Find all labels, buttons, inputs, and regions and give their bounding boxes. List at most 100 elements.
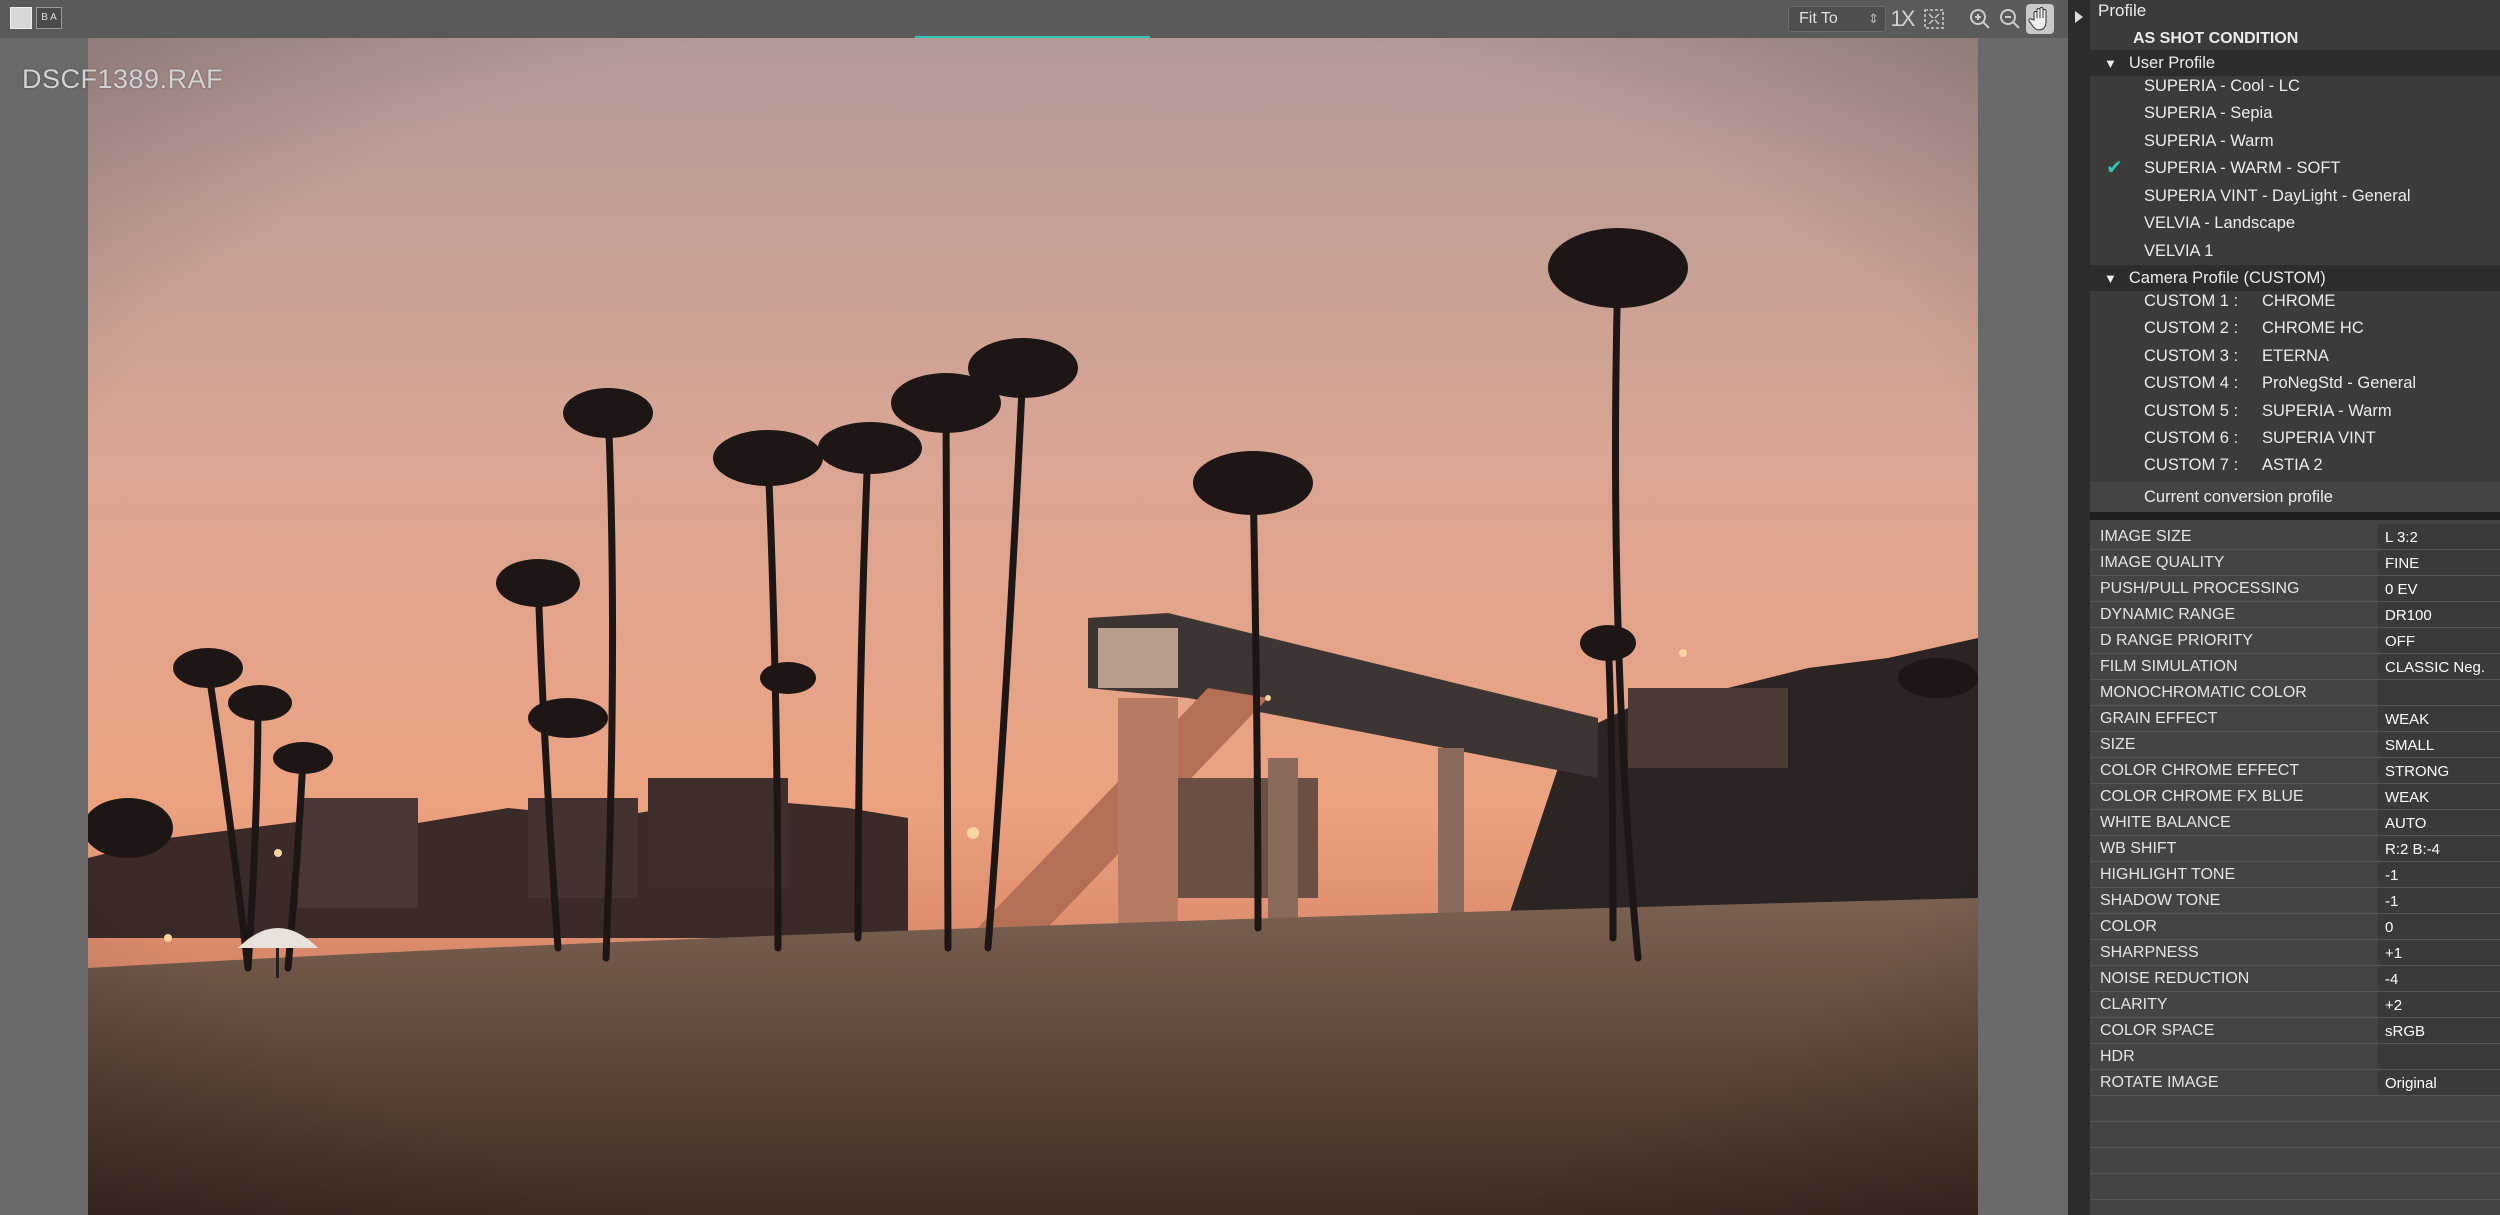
setting-value: WEAK <box>2385 789 2430 806</box>
custom-profile-item[interactable]: CUSTOM 2 : CHROME HC <box>2090 315 2500 342</box>
setting-label: SIZE <box>2100 736 2136 753</box>
filename-label: DSCF1389.RAF <box>22 64 224 94</box>
zoom-out-icon[interactable] <box>1996 4 2024 34</box>
triangle-right-icon[interactable] <box>2075 11 2083 23</box>
setting-row: DYNAMIC RANGE DR100 <box>2090 602 2500 628</box>
setting-row: COLOR SPACE sRGB <box>2090 1018 2500 1044</box>
custom-name: SUPERIA - Warm <box>2262 402 2392 420</box>
setting-label: COLOR CHROME EFFECT <box>2100 762 2300 779</box>
setting-label: DYNAMIC RANGE <box>2100 606 2236 623</box>
setting-row: HIGHLIGHT TONE -1 <box>2090 862 2500 888</box>
setting-label: CLARITY <box>2100 996 2168 1013</box>
setting-label: HDR <box>2100 1048 2135 1065</box>
custom-profile-item[interactable]: CUSTOM 5 : SUPERIA - Warm <box>2090 398 2500 425</box>
setting-row-empty <box>2090 1122 2500 1148</box>
before-after-icon[interactable]: B A <box>36 7 62 29</box>
setting-label: GRAIN EFFECT <box>2100 710 2218 727</box>
setting-value-cell <box>2378 680 2500 705</box>
setting-value: sRGB <box>2385 1023 2426 1040</box>
setting-value: L 3:2 <box>2385 529 2418 546</box>
setting-value: +1 <box>2385 945 2403 962</box>
custom-slot: CUSTOM 1 : <box>2144 292 2239 310</box>
user-profile-item[interactable]: SUPERIA - Cool - LC <box>2090 73 2500 100</box>
setting-value-cell <box>2378 914 2500 939</box>
checkmark-icon: ✔ <box>2106 157 2123 179</box>
custom-name: ProNegStd - General <box>2262 374 2417 392</box>
user-profile-item[interactable]: VELVIA - Landscape <box>2090 210 2500 237</box>
setting-row: NOISE REDUCTION -4 <box>2090 966 2500 992</box>
setting-row: PUSH/PULL PROCESSING 0 EV <box>2090 576 2500 602</box>
user-profile-item[interactable]: SUPERIA - Sepia <box>2090 100 2500 127</box>
setting-value: CLASSIC Neg. <box>2385 659 2486 676</box>
setting-row: CLARITY +2 <box>2090 992 2500 1018</box>
setting-row: D RANGE PRIORITY OFF <box>2090 628 2500 654</box>
setting-value: FINE <box>2385 555 2420 572</box>
setting-row: ROTATE IMAGE Original <box>2090 1070 2500 1096</box>
setting-row-empty <box>2090 1148 2500 1174</box>
setting-label: WHITE BALANCE <box>2100 814 2231 831</box>
fit-window-icon[interactable] <box>1920 4 1948 34</box>
actual-size-icon[interactable]: 1X <box>1888 4 1916 34</box>
setting-label: PUSH/PULL PROCESSING <box>2100 580 2300 597</box>
photo-preview[interactable] <box>88 38 1978 1215</box>
setting-label: NOISE REDUCTION <box>2100 970 2250 987</box>
user-profile-item[interactable]: VELVIA 1 <box>2090 238 2500 265</box>
setting-label: WB SHIFT <box>2100 840 2177 857</box>
single-view-icon[interactable] <box>10 7 32 29</box>
setting-value: 0 <box>2385 919 2394 936</box>
profile-name: VELVIA 1 <box>2144 242 2214 260</box>
custom-name: CHROME <box>2262 292 2336 310</box>
setting-row: IMAGE QUALITY FINE <box>2090 550 2500 576</box>
setting-label: COLOR CHROME FX BLUE <box>2100 788 2304 805</box>
camera-profile-group-label: Camera Profile (CUSTOM) <box>2128 269 2326 287</box>
setting-value: DR100 <box>2385 607 2432 624</box>
image-viewer: B A Fit To ⇕ 1X DSCF1389.RAF <box>0 0 2068 1215</box>
setting-row-empty <box>2090 1096 2500 1122</box>
profile-name: VELVIA - Landscape <box>2144 214 2296 232</box>
zoom-in-icon[interactable] <box>1966 4 1994 34</box>
panel-divider[interactable] <box>2068 0 2090 1215</box>
viewer-toolbar: B A Fit To ⇕ 1X <box>0 0 2068 38</box>
user-profile-group-label: User Profile <box>2128 54 2216 72</box>
profile-header: Profile <box>2090 0 2500 24</box>
custom-profile-item[interactable]: CUSTOM 4 : ProNegStd - General <box>2090 370 2500 397</box>
custom-profile-item[interactable]: CUSTOM 6 : SUPERIA VINT <box>2090 425 2500 452</box>
zoom-select[interactable]: Fit To ⇕ <box>1788 6 1886 32</box>
custom-slot: CUSTOM 7 : <box>2144 456 2239 474</box>
custom-slot: CUSTOM 6 : <box>2144 429 2239 447</box>
custom-profile-item[interactable]: CUSTOM 1 : CHROME <box>2090 288 2500 315</box>
profile-name: SUPERIA - Sepia <box>2144 104 2273 122</box>
as-shot-condition-item[interactable]: AS SHOT CONDITION <box>2090 25 2500 52</box>
setting-value: -1 <box>2385 867 2399 884</box>
custom-name: ASTIA 2 <box>2262 456 2323 474</box>
settings-table: IMAGE SIZE L 3:2 IMAGE QUALITY FINE PUSH/P… <box>2090 520 2500 1215</box>
setting-label: ROTATE IMAGE <box>2100 1074 2219 1091</box>
custom-name: CHROME HC <box>2262 319 2364 337</box>
user-profile-item[interactable]: SUPERIA VINT - DayLight - General <box>2090 183 2500 210</box>
current-conversion-profile[interactable]: Current conversion profile <box>2090 482 2500 512</box>
custom-name: ETERNA <box>2262 347 2329 365</box>
setting-label: SHADOW TONE <box>2100 892 2221 909</box>
setting-value: +2 <box>2385 997 2403 1014</box>
setting-value: -1 <box>2385 893 2399 910</box>
custom-slot: CUSTOM 4 : <box>2144 374 2239 392</box>
setting-value: OFF <box>2385 633 2415 650</box>
setting-value: R:2 B:-4 <box>2385 841 2441 858</box>
setting-label: COLOR SPACE <box>2100 1022 2215 1039</box>
profile-list: Profile AS SHOT CONDITION ▼ User Profile … <box>2090 0 2500 512</box>
setting-label: FILM SIMULATION <box>2100 658 2238 675</box>
setting-row: GRAIN EFFECT WEAK <box>2090 706 2500 732</box>
user-profile-item[interactable]: SUPERIA - Warm <box>2090 128 2500 155</box>
setting-label: SHARPNESS <box>2100 944 2199 961</box>
user-profile-item-selected[interactable]: ✔ SUPERIA - WARM - SOFT <box>2090 155 2500 182</box>
setting-value-cell <box>2378 1044 2500 1069</box>
custom-profile-item[interactable]: CUSTOM 7 : ASTIA 2 <box>2090 452 2500 479</box>
setting-label: IMAGE QUALITY <box>2100 554 2225 571</box>
setting-value: WEAK <box>2385 711 2430 728</box>
hand-tool-icon[interactable] <box>2026 4 2054 34</box>
setting-label: MONOCHROMATIC COLOR <box>2100 684 2307 701</box>
custom-slot: CUSTOM 3 : <box>2144 347 2239 365</box>
custom-profile-item[interactable]: CUSTOM 3 : ETERNA <box>2090 343 2500 370</box>
setting-value: -4 <box>2385 971 2399 988</box>
setting-row: SIZE SMALL <box>2090 732 2500 758</box>
